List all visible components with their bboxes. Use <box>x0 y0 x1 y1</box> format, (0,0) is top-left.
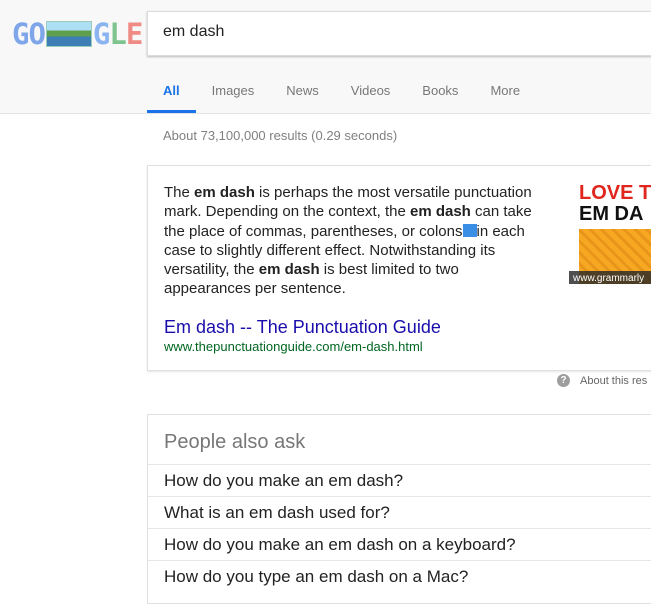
text-selection-highlight <box>462 223 477 237</box>
source-title-part: Em dash <box>164 317 236 337</box>
people-also-ask-panel: People also ask How do you make an em da… <box>147 414 651 604</box>
source-title-separator: -- <box>235 317 257 337</box>
paa-question-text: What is an em dash used for? <box>164 503 390 522</box>
tab-more[interactable]: More <box>474 83 536 113</box>
tab-all[interactable]: All <box>147 83 196 113</box>
snippet-image[interactable]: LOVE T EM DA www.grammarly <box>569 174 651 284</box>
source-url: www.thepunctuationguide.com/em-dash.html <box>164 339 423 354</box>
tab-news[interactable]: News <box>270 83 335 113</box>
paa-question-text: How do you make an em dash? <box>164 471 404 490</box>
search-input[interactable] <box>163 23 643 41</box>
search-tabs: All Images News Videos Books More <box>147 83 536 113</box>
google-doodle-logo[interactable]: GO GLE <box>12 17 143 51</box>
header-bar: GO GLE All Images News Videos Books More <box>0 0 651 114</box>
snippet-bold-term: em dash <box>258 261 320 279</box>
paa-question[interactable]: How do you type an em dash on a Mac? <box>148 560 651 592</box>
people-also-ask-title: People also ask <box>164 431 306 453</box>
about-label: About this res <box>580 374 648 387</box>
source-title-link[interactable]: Em dash -- The Punctuation Guide <box>164 317 441 338</box>
snippet-bold-term: em dash <box>409 203 471 221</box>
result-stats: About 73,100,000 results (0.29 seconds) <box>163 128 398 143</box>
paa-question-text: How do you type an em dash on a Mac? <box>164 567 469 586</box>
snippet-segment: The <box>164 184 195 201</box>
image-text-line1: LOVE T <box>579 182 651 204</box>
snippet-text: The em dash is perhaps the most versatil… <box>164 183 544 299</box>
paa-question[interactable]: What is an em dash used for? <box>148 496 651 528</box>
search-box[interactable] <box>147 11 651 56</box>
image-caption: www.grammarly <box>569 271 651 284</box>
paa-question[interactable]: How do you make an em dash on a keyboard… <box>148 528 651 560</box>
doodle-image <box>45 21 92 47</box>
tab-images[interactable]: Images <box>196 83 271 113</box>
logo-letters-left: GO <box>12 17 46 51</box>
source-title-part: The Punctuation Guide <box>256 317 441 337</box>
about-this-result-link[interactable]: ? About this res <box>557 374 647 387</box>
snippet-bold-term: em dash <box>194 184 255 201</box>
question-icon: ? <box>557 374 570 387</box>
paa-question-text: How do you make an em dash on a keyboard… <box>164 535 516 554</box>
tab-books[interactable]: Books <box>406 83 474 113</box>
paa-question[interactable]: How do you make an em dash? <box>148 464 651 496</box>
tab-videos[interactable]: Videos <box>335 83 407 113</box>
image-text-line2: EM DA <box>579 203 644 225</box>
featured-snippet-card: The em dash is perhaps the most versatil… <box>147 165 651 371</box>
logo-letters-right: GLE <box>92 17 143 51</box>
